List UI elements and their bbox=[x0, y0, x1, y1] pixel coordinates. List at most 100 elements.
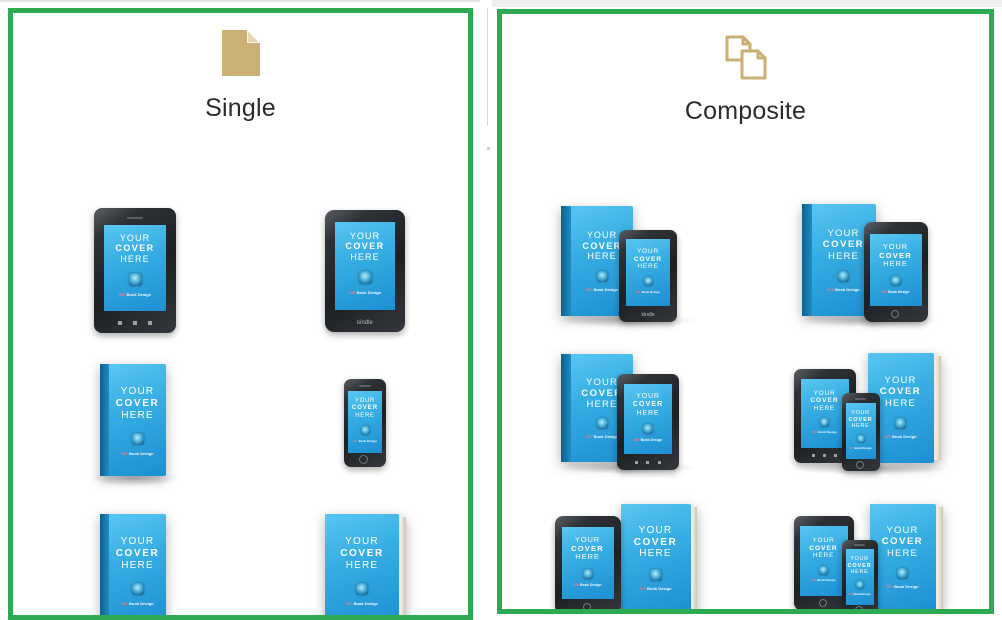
cover-brand: DIY Book Design bbox=[811, 578, 835, 582]
book-front-cover: YOUR COVER HERE DIY Book Design bbox=[869, 504, 936, 609]
cover-line-3: HERE bbox=[812, 552, 835, 560]
phone-home-button bbox=[359, 455, 368, 464]
cover-brand: DIY Book Design bbox=[121, 451, 153, 456]
cover-line-2: COVER bbox=[340, 548, 384, 560]
panel-single-header: Single bbox=[13, 13, 468, 121]
cover-brand-rest: Book Design bbox=[593, 286, 619, 292]
mockup-item-android-tablet[interactable]: YOUR COVER HERE DIY Book Design bbox=[35, 203, 235, 338]
mockup-type-chooser: Single YOUR COVER HERE DIY Book Design Y… bbox=[0, 0, 1002, 620]
cover-line-1: YOUR bbox=[349, 230, 381, 241]
cover-brand-rest: Book Design bbox=[835, 286, 860, 292]
panel-composite-mockup-grid: YOUR COVER HERE DIY Book Design YOUR COV… bbox=[502, 144, 989, 609]
cover-line-1: YOUR bbox=[586, 230, 618, 241]
kindle-wordmark: kindle bbox=[357, 319, 373, 326]
cover-emblem-icon bbox=[131, 582, 144, 595]
cover-emblem-icon bbox=[890, 276, 901, 287]
phone-screen: YOUR COVER HERE DIY Book Design bbox=[845, 549, 874, 605]
cover-line-3: HERE bbox=[587, 251, 617, 262]
panel-composite[interactable]: Composite YOUR COVER HERE DIY Book Desig… bbox=[497, 9, 994, 614]
cover-brand-rest: Book Design bbox=[129, 600, 154, 606]
cover-line-2: COVER bbox=[345, 241, 385, 252]
mockup-item-paperback-book[interactable]: YOUR COVER HERE DIY Book Design bbox=[35, 358, 235, 488]
panel-single-mockup-grid: YOUR COVER HERE DIY Book Design YOUR COV… bbox=[13, 143, 468, 615]
cover-brand: DIY Book Design bbox=[573, 583, 601, 587]
cover-brand: DIY Book Design bbox=[346, 601, 378, 606]
cover-line-2: COVER bbox=[809, 544, 838, 552]
mockup-item-tablet-phone-book[interactable]: YOUR COVER HERE DIY Book Design YOUR COV… bbox=[752, 344, 987, 484]
tablet-screen: YOUR COVER HERE DIY Book Design bbox=[561, 527, 614, 599]
cover-emblem-icon bbox=[643, 276, 653, 286]
cover-brand-rest: Book Design bbox=[892, 433, 917, 439]
cover-line-1: YOUR bbox=[812, 537, 835, 545]
panel-divider bbox=[487, 8, 488, 126]
cover-line-1: YOUR bbox=[354, 398, 376, 405]
mockup-item-book-and-tablet[interactable]: YOUR COVER HERE DIY Book Design YOUR COV… bbox=[752, 194, 987, 339]
mockup-item-paperback-book-2[interactable]: YOUR COVER HERE DIY Book Design bbox=[35, 508, 235, 615]
cover-emblem-icon bbox=[582, 569, 593, 580]
cover-line-3: HERE bbox=[345, 559, 379, 571]
phone-screen: YOUR COVER HERE DIY Book Design bbox=[348, 391, 382, 453]
cover-line-3: HERE bbox=[637, 263, 659, 271]
cover-brand-diy: DIY bbox=[633, 437, 640, 442]
phone-device: YOUR COVER HERE DIY Book Design bbox=[841, 393, 880, 471]
cover-brand: DIY Book Design bbox=[884, 434, 916, 439]
mockup-item-book-and-android-tablet[interactable]: YOUR COVER HERE DIY Book Design YOUR COV… bbox=[512, 344, 742, 484]
mockup-item-hardcover-book[interactable]: YOUR COVER HERE DIY Book Design bbox=[265, 508, 465, 615]
cover-brand-diy: DIY bbox=[886, 583, 894, 589]
kindle-device: YOUR COVER HERE DIY Book Design kindle bbox=[619, 230, 677, 322]
cover-line-1: YOUR bbox=[585, 376, 618, 388]
cover-line-3: HERE bbox=[850, 569, 869, 576]
cover-brand: DIY Book Design bbox=[636, 290, 660, 294]
phone-speaker bbox=[854, 398, 866, 400]
cover-line-2: COVER bbox=[810, 397, 839, 405]
mockup-item-tablet-phone-book-2[interactable]: YOUR COVER HERE DIY Book Design YOUR COV… bbox=[752, 494, 987, 609]
cover-brand-diy: DIY bbox=[848, 591, 853, 596]
book-spine bbox=[100, 364, 109, 476]
cover-line-1: YOUR bbox=[813, 389, 836, 397]
mockup-item-book-and-kindle[interactable]: YOUR COVER HERE DIY Book Design YOUR COV… bbox=[512, 194, 742, 339]
cover-artwork: YOUR COVER HERE DIY Book Design bbox=[626, 239, 670, 306]
tablet-navbar bbox=[94, 320, 176, 326]
cover-line-2: COVER bbox=[632, 401, 664, 409]
cover-artwork: YOUR COVER HERE DIY Book Design bbox=[561, 527, 614, 599]
book-front-cover: YOUR COVER HERE DIY Book Design bbox=[620, 504, 691, 609]
cover-artwork: YOUR COVER HERE DIY Book Design bbox=[620, 504, 691, 609]
cover-line-3: HERE bbox=[586, 399, 618, 411]
cover-brand: DIY Book Design bbox=[121, 601, 153, 606]
tablet-device: YOUR COVER HERE DIY Book Design bbox=[863, 222, 928, 322]
book-body: YOUR COVER HERE DIY Book Design bbox=[869, 504, 943, 609]
cover-brand-diy: DIY bbox=[884, 433, 892, 439]
cover-brand: DIY Book Design bbox=[586, 287, 618, 292]
cover-line-2: COVER bbox=[822, 239, 865, 251]
cover-brand-rest: Book Design bbox=[580, 583, 602, 588]
panel-composite-header: Composite bbox=[502, 14, 989, 124]
cover-emblem-icon bbox=[128, 273, 142, 287]
book-front-cover: YOUR COVER HERE DIY Book Design bbox=[325, 514, 399, 615]
cover-line-3: HERE bbox=[883, 259, 908, 269]
cover-line-1: YOUR bbox=[120, 386, 155, 398]
cover-brand-rest: Book Design bbox=[853, 591, 871, 596]
book-front-cover: YOUR COVER HERE DIY Book Design bbox=[109, 364, 166, 476]
tablet-screen: YOUR COVER HERE DIY Book Design bbox=[869, 234, 922, 306]
cover-emblem-icon bbox=[131, 432, 144, 445]
cover-line-1: YOUR bbox=[637, 248, 659, 256]
android-tablet-mockup: YOUR COVER HERE DIY Book Design bbox=[94, 208, 176, 333]
mockup-item-kindle[interactable]: YOUR COVER HERE DIY Book Design kindle bbox=[265, 203, 465, 338]
panel-single[interactable]: Single YOUR COVER HERE DIY Book Design Y… bbox=[8, 8, 473, 620]
cover-line-2: COVER bbox=[351, 405, 379, 412]
cover-brand-diy: DIY bbox=[585, 286, 593, 292]
mockup-item-smartphone[interactable]: YOUR COVER HERE DIY Book Design bbox=[265, 358, 465, 488]
cover-artwork: YOUR COVER HERE DIY Book Design bbox=[335, 221, 395, 310]
cover-line-3: HERE bbox=[350, 251, 380, 262]
mockup-item-tablet-and-book[interactable]: YOUR COVER HERE DIY Book Design YOUR COV… bbox=[512, 494, 742, 609]
cover-brand: DIY Book Design bbox=[586, 434, 618, 439]
cover-brand-diy: DIY bbox=[881, 290, 888, 295]
cover-brand: DIY Book Design bbox=[812, 430, 836, 434]
kindle-screen: YOUR COVER HERE DIY Book Design bbox=[626, 239, 670, 306]
cover-brand-diy: DIY bbox=[635, 289, 641, 294]
cover-emblem-icon bbox=[838, 270, 849, 282]
cover-brand-rest: Book Design bbox=[818, 430, 837, 435]
cover-emblem-icon bbox=[897, 567, 908, 579]
android-tablet-device: YOUR COVER HERE DIY Book Design bbox=[617, 374, 679, 470]
cover-brand-rest: Book Design bbox=[647, 586, 672, 592]
